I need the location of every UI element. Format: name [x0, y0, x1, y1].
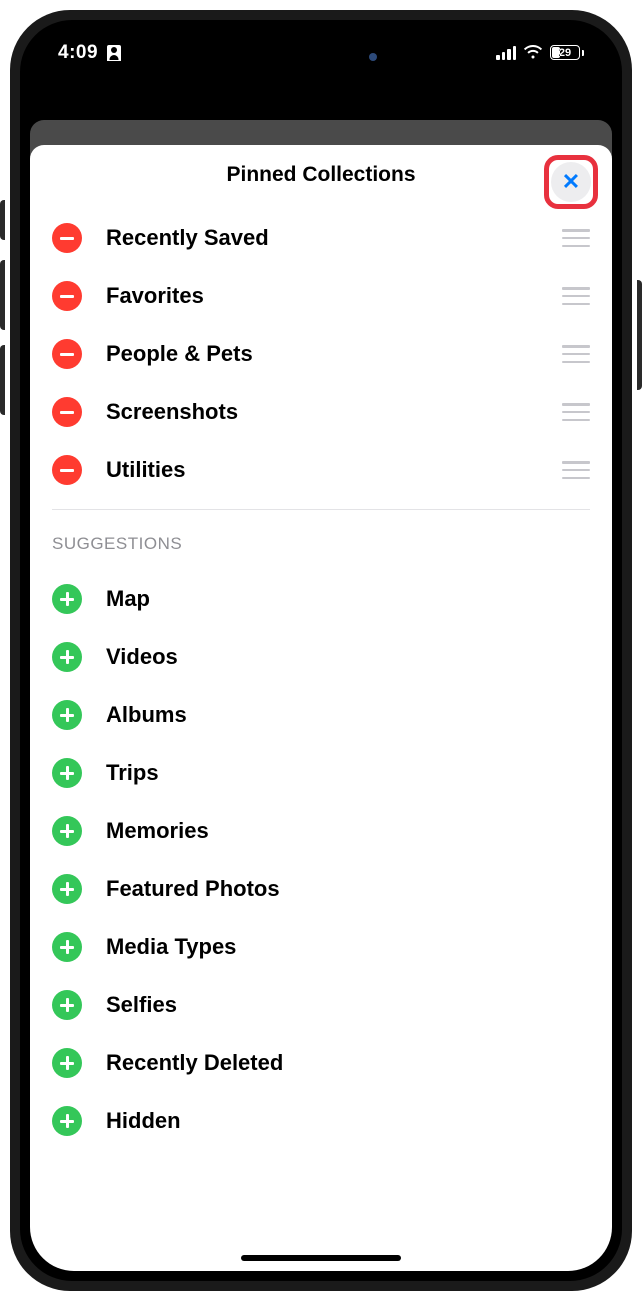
remove-button[interactable]: [52, 223, 82, 253]
camera-dot-icon: [369, 53, 377, 61]
pinned-list: Recently Saved Favorites People & Pets S…: [30, 201, 612, 499]
row-label: Recently Deleted: [106, 1050, 590, 1076]
close-button[interactable]: ✕: [551, 162, 591, 202]
suggestion-row[interactable]: Videos: [30, 628, 612, 686]
battery-percentage: 29: [559, 47, 571, 59]
volume-up-button: [0, 260, 5, 330]
suggestions-header: SUGGESTIONS: [30, 510, 612, 562]
add-button[interactable]: [52, 584, 82, 614]
minus-icon: [60, 237, 74, 240]
drag-handle-icon[interactable]: [562, 287, 590, 305]
add-button[interactable]: [52, 642, 82, 672]
row-label: Hidden: [106, 1108, 590, 1134]
row-label: People & Pets: [106, 341, 562, 367]
drag-handle-icon[interactable]: [562, 229, 590, 247]
row-label: Albums: [106, 702, 590, 728]
pinned-row[interactable]: People & Pets: [30, 325, 612, 383]
add-button[interactable]: [52, 1106, 82, 1136]
remove-button[interactable]: [52, 455, 82, 485]
suggestion-row[interactable]: Albums: [30, 686, 612, 744]
row-label: Featured Photos: [106, 876, 590, 902]
remove-button[interactable]: [52, 339, 82, 369]
sheet-title: Pinned Collections: [226, 163, 415, 187]
add-button[interactable]: [52, 874, 82, 904]
phone-screen: 4:09 29: [20, 20, 622, 1281]
modal-sheet: Pinned Collections ✕ Recently Saved Favo…: [30, 145, 612, 1271]
row-label: Selfies: [106, 992, 590, 1018]
power-button: [637, 280, 642, 390]
row-label: Trips: [106, 760, 590, 786]
drag-handle-icon[interactable]: [562, 403, 590, 421]
add-button[interactable]: [52, 816, 82, 846]
close-icon: ✕: [562, 171, 580, 193]
suggestions-list: Map Videos Albums Trips Memories: [30, 562, 612, 1150]
row-label: Memories: [106, 818, 590, 844]
minus-icon: [60, 295, 74, 298]
add-button[interactable]: [52, 758, 82, 788]
wifi-icon: [523, 45, 543, 60]
home-indicator[interactable]: [241, 1255, 401, 1261]
volume-down-button: [0, 345, 5, 415]
row-label: Recently Saved: [106, 225, 562, 251]
minus-icon: [60, 411, 74, 414]
status-left: 4:09: [58, 42, 121, 64]
suggestion-row[interactable]: Recently Deleted: [30, 1034, 612, 1092]
phone-frame: 4:09 29: [10, 10, 632, 1291]
suggestion-row[interactable]: Media Types: [30, 918, 612, 976]
remove-button[interactable]: [52, 397, 82, 427]
minus-icon: [60, 353, 74, 356]
add-button[interactable]: [52, 932, 82, 962]
add-button[interactable]: [52, 990, 82, 1020]
row-label: Media Types: [106, 934, 590, 960]
contact-card-icon: [107, 45, 121, 61]
remove-button[interactable]: [52, 281, 82, 311]
close-button-highlight: ✕: [544, 155, 598, 209]
status-right: 29: [496, 45, 584, 60]
pinned-row[interactable]: Screenshots: [30, 383, 612, 441]
row-label: Videos: [106, 644, 590, 670]
row-label: Screenshots: [106, 399, 562, 425]
cellular-signal-icon: [496, 46, 516, 60]
add-button[interactable]: [52, 1048, 82, 1078]
suggestion-row[interactable]: Map: [30, 570, 612, 628]
drag-handle-icon[interactable]: [562, 461, 590, 479]
suggestion-row[interactable]: Trips: [30, 744, 612, 802]
status-time: 4:09: [58, 42, 98, 64]
suggestion-row[interactable]: Hidden: [30, 1092, 612, 1150]
row-label: Map: [106, 586, 590, 612]
suggestion-row[interactable]: Featured Photos: [30, 860, 612, 918]
row-label: Utilities: [106, 457, 562, 483]
drag-handle-icon[interactable]: [562, 345, 590, 363]
suggestion-row[interactable]: Selfies: [30, 976, 612, 1034]
volume-mute-switch: [0, 200, 5, 240]
suggestion-row[interactable]: Memories: [30, 802, 612, 860]
battery-indicator: 29: [550, 45, 584, 60]
minus-icon: [60, 469, 74, 472]
pinned-row[interactable]: Utilities: [30, 441, 612, 499]
pinned-row[interactable]: Favorites: [30, 267, 612, 325]
add-button[interactable]: [52, 700, 82, 730]
pinned-row[interactable]: Recently Saved: [30, 209, 612, 267]
dynamic-island: [251, 38, 391, 76]
row-label: Favorites: [106, 283, 562, 309]
sheet-header: Pinned Collections ✕: [30, 145, 612, 201]
